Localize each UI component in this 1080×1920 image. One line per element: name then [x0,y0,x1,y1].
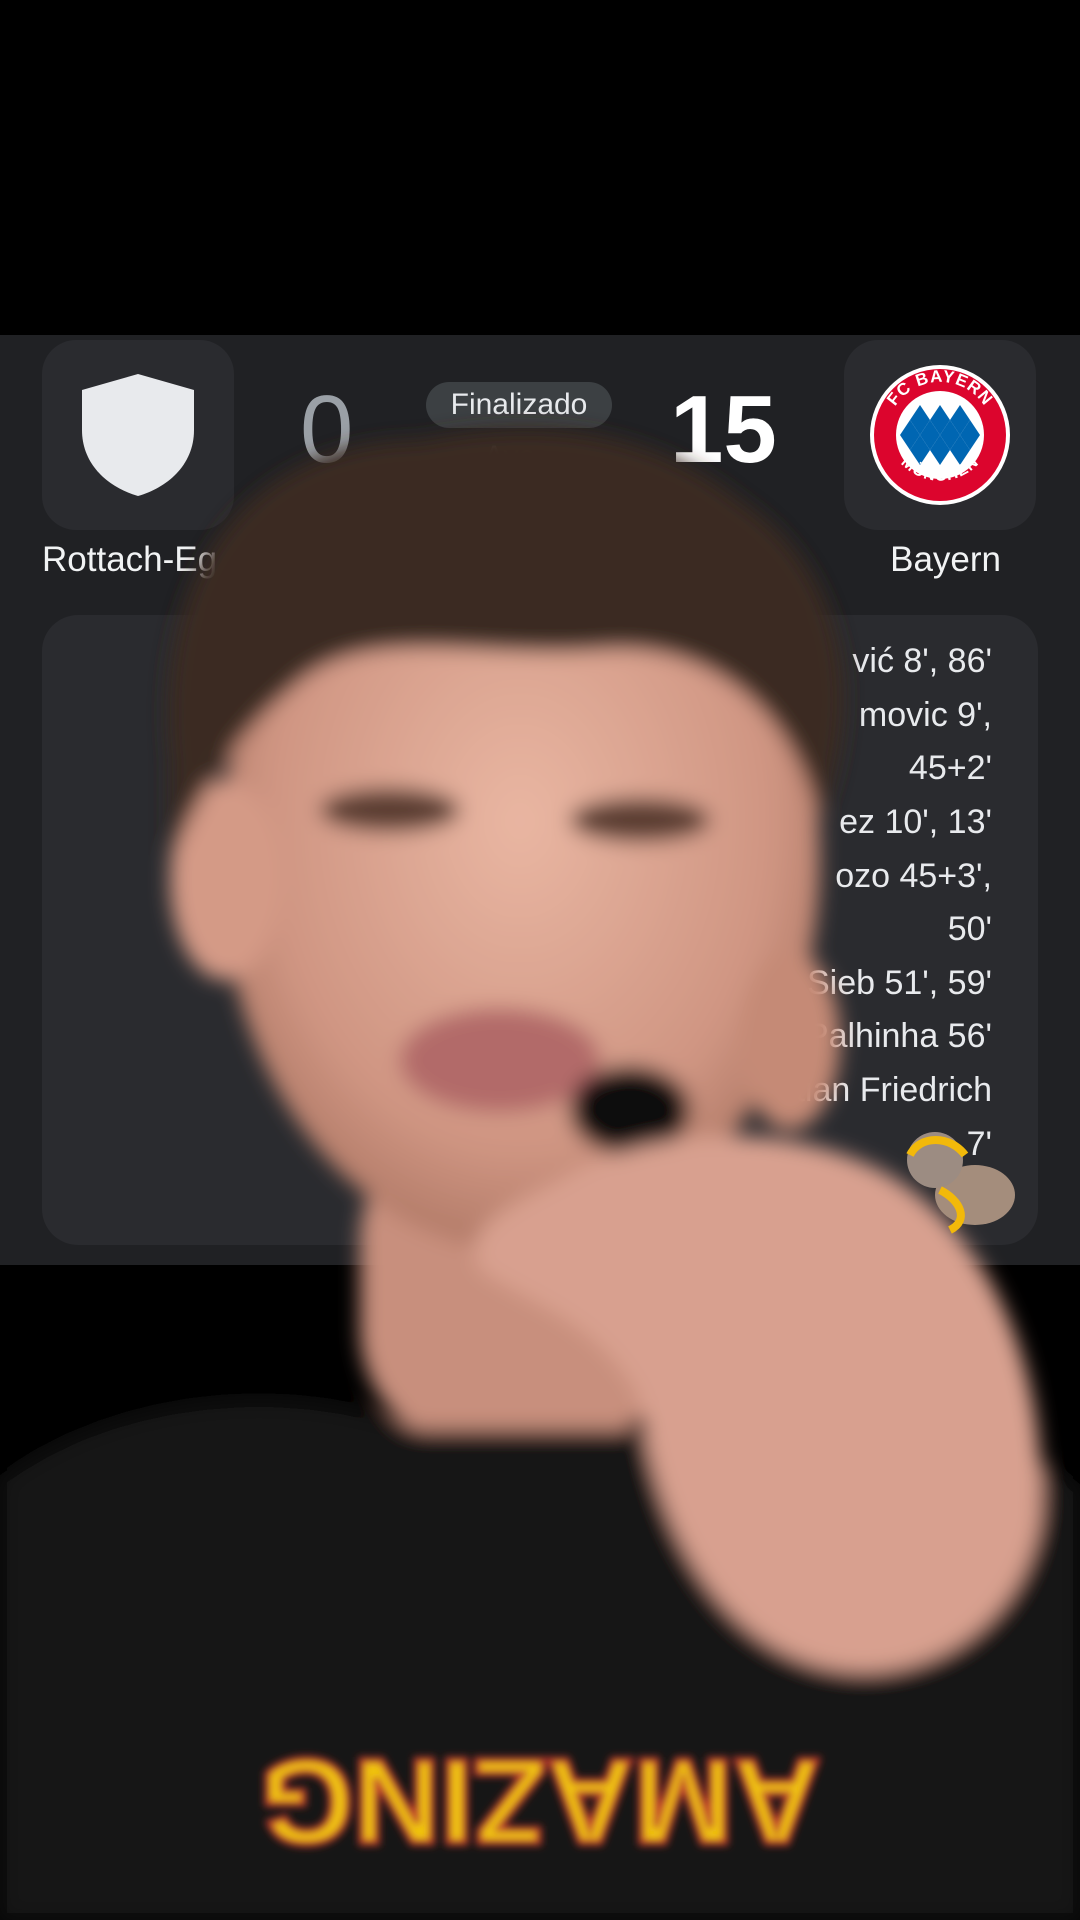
match-status-badge: Finalizado [426,382,612,428]
away-score: 15 [670,376,777,483]
shirt-print-text: AMAZING [260,1734,820,1868]
scorer-line: 45+2' [908,749,992,787]
scorer-line: ozo 45+3', [835,857,992,895]
scorer-line: Sieb 51', 59' [806,964,992,1002]
scorer-line: vić 8', 86' [852,642,992,680]
home-team-logo[interactable] [42,340,234,530]
home-score: 0 [300,376,354,483]
scorer-line: Palhinha 56' [805,1017,992,1055]
scorer-line: ez 10', 13' [839,803,992,841]
scorer-line: movic 9', [858,696,992,734]
bayern-crest-icon: FC BAYERN MÜNCHEN [870,365,1010,505]
away-team-name[interactable]: Bayern [890,540,1001,580]
match-date: Aye [484,440,536,473]
away-team-logo[interactable]: FC BAYERN MÜNCHEN [844,340,1036,530]
scorer-line: 50' [947,910,992,948]
shield-icon [82,374,194,496]
home-team-name[interactable]: Rottach-Eg [42,540,217,580]
sticker-icon [906,1132,1015,1234]
